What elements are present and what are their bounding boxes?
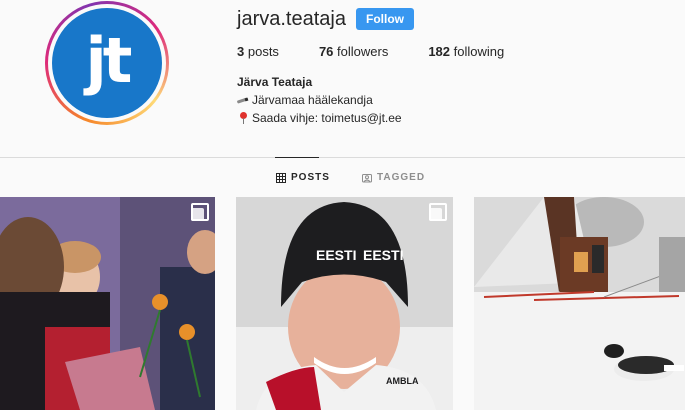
tabs-divider <box>0 157 685 158</box>
active-tab-indicator <box>275 157 319 158</box>
grid-icon <box>276 172 286 183</box>
bio-line: Järvamaa häälekandja <box>237 93 373 107</box>
follow-button[interactable]: Follow <box>356 8 414 30</box>
profile-username: jarva.teataja <box>237 8 346 30</box>
svg-text:AMBLA: AMBLA <box>386 376 419 386</box>
posts-count: 3 <box>237 44 245 59</box>
post-thumbnail[interactable] <box>474 197 685 410</box>
pen-icon <box>237 94 249 106</box>
bio-text: Järvamaa häälekandja <box>252 93 373 107</box>
followers-count: 76 <box>318 44 334 59</box>
avatar[interactable]: jt <box>52 8 162 118</box>
followers-stat[interactable]: 76 followers <box>319 44 388 59</box>
profile-stats: 3 posts 76 followers 182 following <box>237 44 544 59</box>
post-image-portrait: EESTI EESTI AMBLA <box>236 197 453 410</box>
multiple-photos-icon <box>191 203 209 221</box>
post-thumbnail[interactable]: EESTI EESTI AMBLA <box>236 197 453 410</box>
followers-label: followers <box>337 44 389 59</box>
following-count: 182 <box>428 44 451 59</box>
multiple-photos-icon <box>429 203 447 221</box>
following-stat[interactable]: 182 following <box>428 44 504 59</box>
post-image-winter-fire <box>474 197 685 410</box>
posts-label: posts <box>247 44 279 59</box>
post-thumbnail[interactable] <box>0 197 215 410</box>
tab-tagged[interactable]: TAGGED <box>362 172 425 183</box>
bio-contact-text: Saada vihje: toimetus@jt.ee <box>252 111 402 125</box>
tab-posts-label: POSTS <box>291 172 330 183</box>
tag-icon <box>362 173 372 182</box>
avatar-logo-text: jt <box>85 24 133 97</box>
posts-stat: 3 posts <box>237 44 279 59</box>
profile-avatar-ring[interactable]: jt <box>45 1 169 125</box>
svg-text:EESTI: EESTI <box>316 247 356 263</box>
pin-icon <box>237 112 249 124</box>
profile-full-name: Järva Teataja <box>237 75 313 89</box>
tab-tagged-label: TAGGED <box>377 172 426 183</box>
post-image-award-ceremony <box>0 197 215 410</box>
tab-posts[interactable]: POSTS <box>276 172 330 183</box>
svg-text:EESTI: EESTI <box>363 247 403 263</box>
following-label: following <box>453 44 505 59</box>
bio-line: Saada vihje: toimetus@jt.ee <box>237 111 402 125</box>
